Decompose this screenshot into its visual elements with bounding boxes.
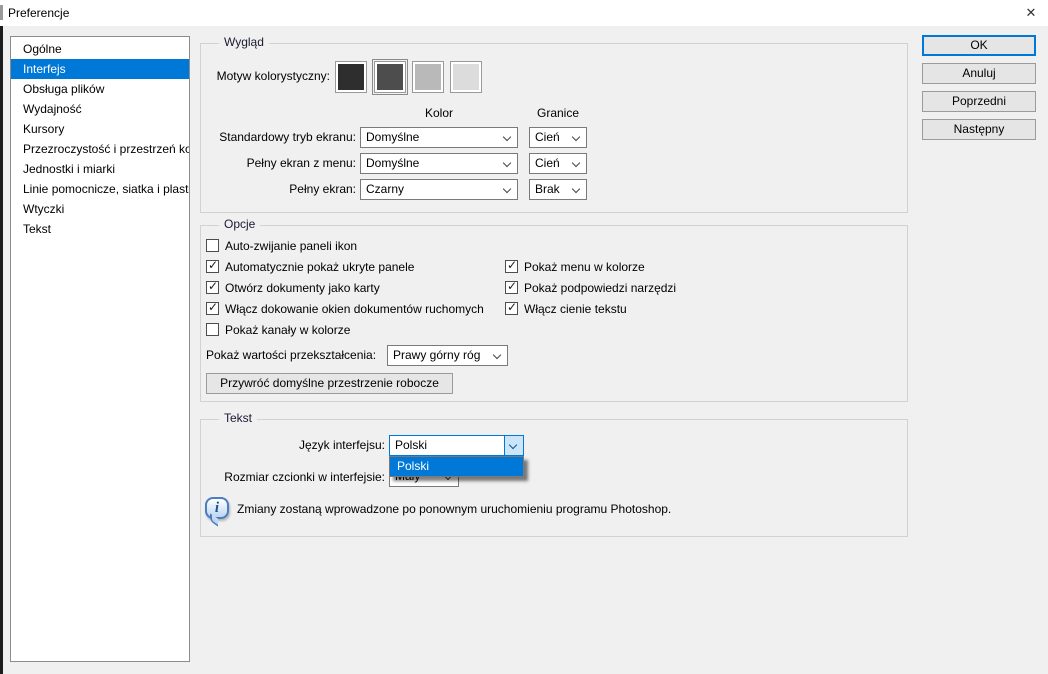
chevron-down-icon (503, 133, 511, 141)
sidebar-item-wtyczki[interactable]: Wtyczki (11, 199, 189, 219)
sidebar-item-jednostki[interactable]: Jednostki i miarki (11, 159, 189, 179)
ui-font-size-label: Rozmiar czcionki w interfejsie: (205, 467, 385, 488)
fullscreen-color-select[interactable]: Czarny (360, 179, 518, 200)
standard-screen-border-select[interactable]: Cień (529, 127, 587, 148)
dialog-title: Preferencje (8, 6, 69, 20)
ui-language-label: Język interfejsu: (205, 435, 385, 456)
title-bar: Preferencje ✕ (0, 0, 1048, 26)
theme-swatch-dark-gray[interactable] (375, 62, 405, 92)
options-legend: Opcje (219, 217, 260, 231)
ui-language-select[interactable]: Polski (389, 435, 524, 456)
appearance-legend: Wygląd (219, 35, 269, 49)
chevron-down-icon (503, 159, 511, 167)
standard-screen-color-select[interactable]: Domyślne (360, 127, 518, 148)
fullscreen-border-select[interactable]: Brak (529, 179, 587, 200)
chevron-down-icon (572, 133, 580, 141)
sidebar-item-wydajnosc[interactable]: Wydajność (11, 99, 189, 119)
ok-button[interactable]: OK (922, 35, 1036, 56)
theme-swatch-light-gray[interactable] (451, 62, 481, 92)
sidebar-item-kursory[interactable]: Kursory (11, 119, 189, 139)
chevron-down-icon (493, 351, 501, 359)
fullscreen-menu-label: Pełny ekran z menu: (176, 153, 356, 174)
cancel-button[interactable]: Anuluj (922, 63, 1036, 84)
text-legend: Tekst (219, 411, 257, 425)
fullscreen-menu-border-select[interactable]: Cień (529, 153, 587, 174)
left-edge-strip (0, 26, 3, 674)
transform-values-label: Pokaż wartości przekształcenia: (206, 345, 376, 366)
chevron-down-icon (572, 159, 580, 167)
theme-swatch-black[interactable] (336, 62, 366, 92)
checkbox-box (206, 323, 219, 336)
preferences-dialog: Preferencje ✕ Ogólne Interfejs Obsługa p… (0, 0, 1048, 674)
fullscreen-label: Pełny ekran: (176, 179, 356, 200)
next-button[interactable]: Następny (922, 119, 1036, 140)
chevron-down-icon (572, 185, 580, 193)
checkbox-box: ✓ (505, 260, 518, 273)
preferences-nav: Ogólne Interfejs Obsługa plików Wydajnoś… (10, 36, 190, 662)
sidebar-item-przezroczystosc[interactable]: Przezroczystość i przestrzeń kolorów (11, 139, 189, 159)
ui-language-dropdown-list: Polski (389, 456, 524, 477)
window-icon (0, 5, 3, 20)
standard-screen-label: Standardowy tryb ekranu: (176, 127, 356, 148)
theme-swatch-medium-gray[interactable] (413, 62, 443, 92)
fullscreen-menu-color-select[interactable]: Domyślne (360, 153, 518, 174)
close-icon[interactable]: ✕ (1014, 0, 1048, 26)
theme-label: Motyw kolorystyczny: (150, 66, 330, 87)
transform-values-select[interactable]: Prawy górny róg (387, 345, 508, 366)
checkbox-box: ✓ (206, 281, 219, 294)
previous-button[interactable]: Poprzedni (922, 91, 1036, 112)
column-header-granice: Granice (529, 106, 587, 120)
checkbox-box: ✓ (505, 281, 518, 294)
checkbox-box: ✓ (505, 302, 518, 315)
sidebar-item-linie[interactable]: Linie pomocnicze, siatka i plasterki (11, 179, 189, 199)
sidebar-item-ogolne[interactable]: Ogólne (11, 39, 189, 59)
restore-default-workspaces-button[interactable]: Przywróć domyślne przestrzenie robocze (206, 373, 453, 394)
checkbox-box (206, 239, 219, 252)
chevron-down-icon (503, 185, 511, 193)
dropdown-option-polski[interactable]: Polski (390, 457, 523, 476)
column-header-kolor: Kolor (360, 106, 518, 120)
restart-info-message: Zmiany zostaną wprowadzone po ponownym u… (237, 499, 671, 520)
checkbox-box: ✓ (206, 302, 219, 315)
checkbox-box: ✓ (206, 260, 219, 273)
sidebar-item-tekst[interactable]: Tekst (11, 219, 189, 239)
info-icon: i (205, 497, 229, 519)
